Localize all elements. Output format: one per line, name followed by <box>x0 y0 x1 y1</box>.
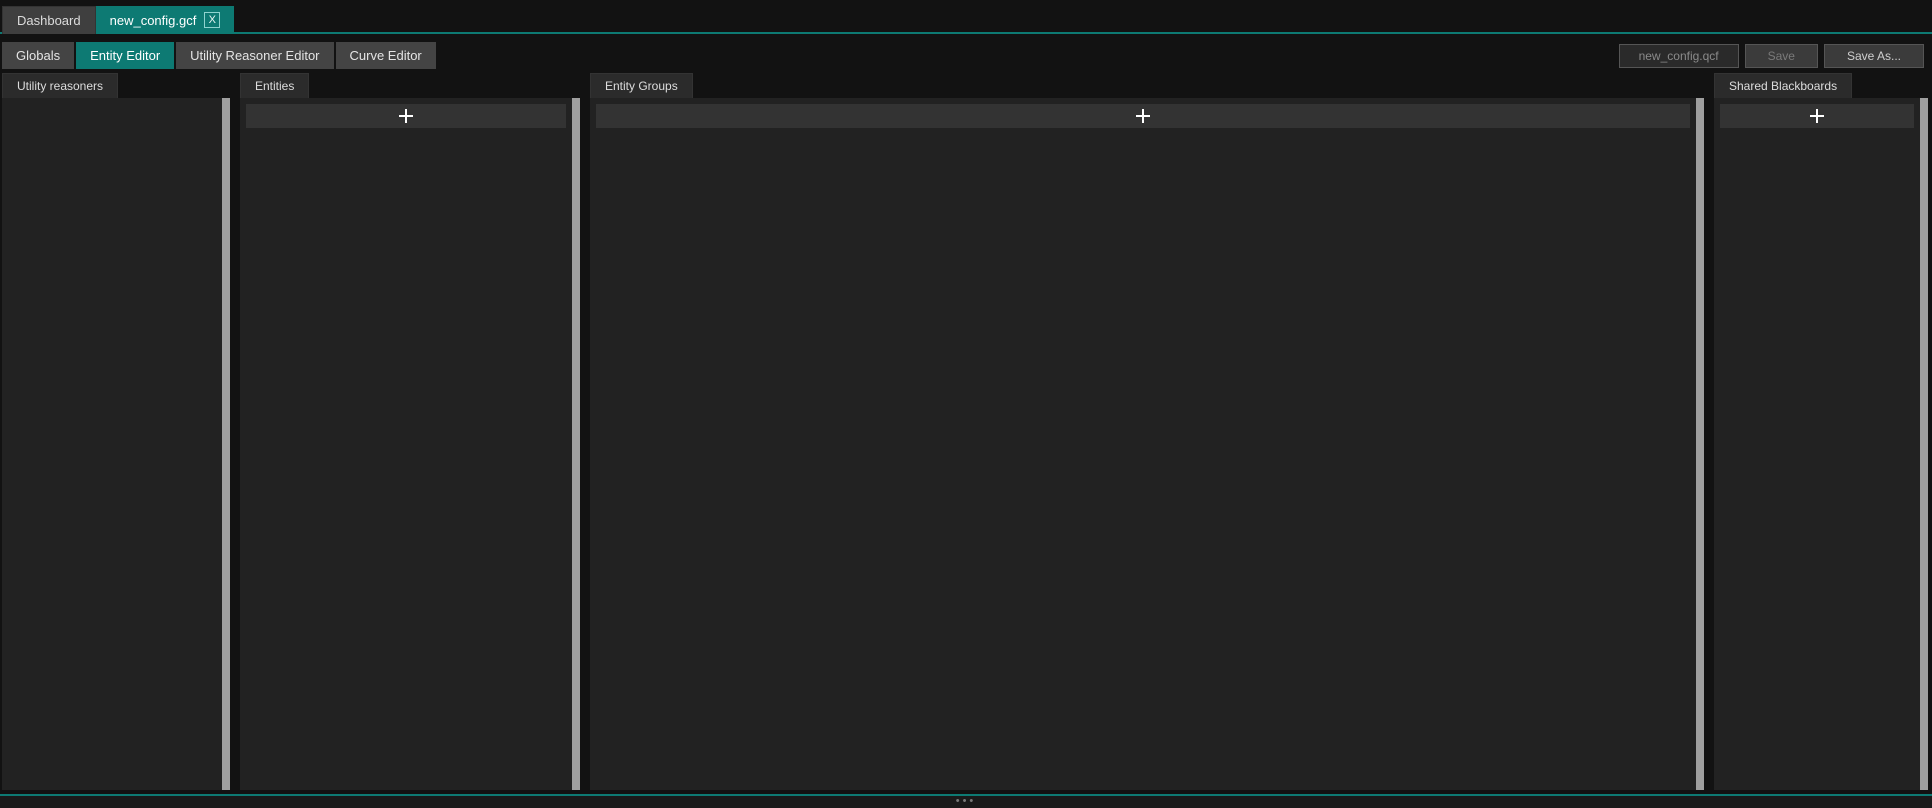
tab-dashboard-label: Dashboard <box>17 13 81 28</box>
filename-input[interactable] <box>1619 44 1739 68</box>
mode-utility-reasoner-editor[interactable]: Utility Reasoner Editor <box>176 42 333 69</box>
panel-entity-groups: Entity Groups <box>590 73 1704 790</box>
panel-content-shared-blackboards <box>1714 98 1920 790</box>
panel-body-entity-groups <box>590 98 1704 790</box>
mode-tabs: Globals Entity Editor Utility Reasoner E… <box>2 42 436 69</box>
panel-tab-utility-reasoners[interactable]: Utility reasoners <box>2 73 118 98</box>
plus-icon <box>1808 107 1826 125</box>
save-group: Save Save As... <box>1619 44 1928 68</box>
close-icon: X <box>209 15 216 26</box>
scrollbar-shared-blackboards[interactable] <box>1920 98 1928 790</box>
scrollbar-utility-reasoners[interactable] <box>222 98 230 790</box>
add-entity-button[interactable] <box>246 104 566 128</box>
mode-curve-editor[interactable]: Curve Editor <box>336 42 436 69</box>
tab-active-file[interactable]: new_config.gcf X <box>96 6 235 34</box>
close-tab-button[interactable]: X <box>204 12 220 28</box>
panel-content-entity-groups <box>590 98 1696 790</box>
save-as-button[interactable]: Save As... <box>1824 44 1924 68</box>
panel-tab-shared-blackboards[interactable]: Shared Blackboards <box>1714 73 1852 98</box>
scrollbar-entities[interactable] <box>572 98 580 790</box>
panel-tab-entities[interactable]: Entities <box>240 73 309 98</box>
document-tabs: Dashboard new_config.gcf X <box>0 0 1932 34</box>
plus-icon <box>1134 107 1152 125</box>
save-button[interactable]: Save <box>1745 44 1818 68</box>
grip-icon: ••• <box>956 796 977 806</box>
plus-icon <box>397 107 415 125</box>
panel-body-utility-reasoners <box>2 98 230 790</box>
tab-active-file-label: new_config.gcf <box>110 13 197 28</box>
add-shared-blackboard-button[interactable] <box>1720 104 1914 128</box>
panel-body-shared-blackboards <box>1714 98 1928 790</box>
mode-entity-editor[interactable]: Entity Editor <box>76 42 174 69</box>
panel-body-entities <box>240 98 580 790</box>
scrollbar-entity-groups[interactable] <box>1696 98 1704 790</box>
panel-tab-entity-groups[interactable]: Entity Groups <box>590 73 693 98</box>
editor-area: Utility reasoners Entities <box>0 73 1932 794</box>
panel-utility-reasoners: Utility reasoners <box>2 73 230 790</box>
add-entity-group-button[interactable] <box>596 104 1690 128</box>
toolbar: Globals Entity Editor Utility Reasoner E… <box>0 34 1932 73</box>
panel-entities: Entities <box>240 73 580 790</box>
panel-content-entities <box>240 98 572 790</box>
mode-globals[interactable]: Globals <box>2 42 74 69</box>
bottom-splitter[interactable]: ••• <box>0 794 1932 808</box>
panel-content-utility-reasoners <box>2 98 222 790</box>
tab-dashboard[interactable]: Dashboard <box>2 6 96 34</box>
panel-shared-blackboards: Shared Blackboards <box>1714 73 1928 790</box>
